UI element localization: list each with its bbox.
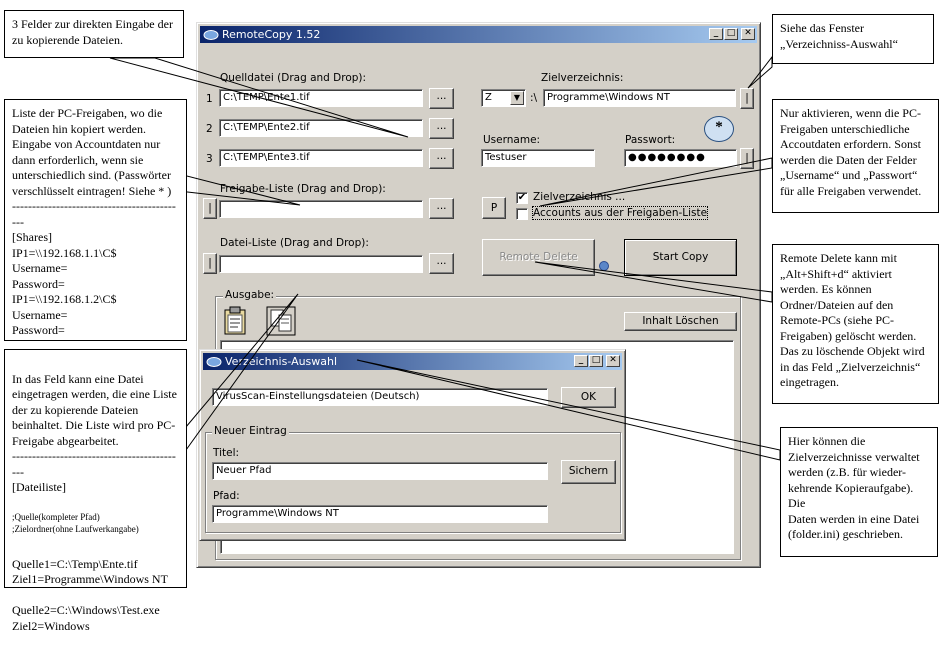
note-dir-window: Siehe das Fenster „Verzeichniss-Auswahl“ bbox=[772, 14, 934, 64]
note-file-list-text: In das Feld kann eine Datei eingetragen … bbox=[12, 371, 177, 495]
callout-pointer-2 bbox=[168, 175, 301, 206]
callout-pointer-6 bbox=[534, 261, 773, 303]
note-dir-management: Hier können die Zielverzeichnisse verwal… bbox=[780, 427, 938, 557]
note-remote-delete: Remote Delete kann mit „Alt+Shift+d“ akt… bbox=[772, 244, 939, 404]
callout-pointer-3 bbox=[174, 293, 299, 451]
note-source-fields: 3 Felder zur direkten Eingabe der zu kop… bbox=[4, 10, 184, 58]
callout-pointer-4 bbox=[747, 55, 773, 89]
note-file-list: In das Feld kann eine Datei eingetragen … bbox=[4, 349, 187, 633]
callout-pointer-5 bbox=[539, 157, 773, 207]
note-file-list-example: Quelle1=C:\Temp\Ente.tif Ziel1=Programme… bbox=[12, 556, 168, 633]
note-accounts: Nur aktivieren, wenn die PC- Freigaben u… bbox=[772, 99, 939, 213]
callout-pointer-7 bbox=[356, 359, 781, 461]
note-file-list-comment: ;Quelle(kompleter Pfad) ;Zielordner(ohne… bbox=[12, 512, 139, 534]
note-share-list: Liste der PC-Freigaben, wo die Dateien h… bbox=[4, 99, 187, 341]
